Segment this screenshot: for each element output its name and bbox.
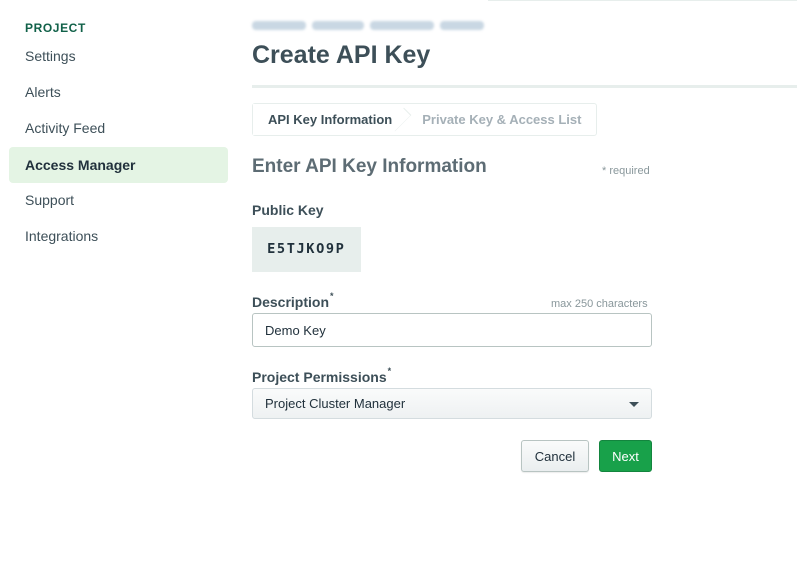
required-note: * required — [602, 165, 650, 177]
wizard-step-api-key-information[interactable]: API Key Information — [253, 104, 403, 135]
required-asterisk: * — [330, 291, 334, 301]
breadcrumb-segment[interactable] — [370, 21, 434, 30]
sidebar-section-title: PROJECT — [25, 21, 86, 35]
project-permissions-label-text: Project Permissions — [252, 369, 387, 385]
public-key-label: Public Key — [252, 202, 324, 218]
description-length-hint: max 250 characters — [551, 298, 648, 310]
project-permissions-label: Project Permissions* — [252, 366, 392, 385]
top-divider — [488, 0, 797, 1]
page-title: Create API Key — [252, 41, 431, 69]
breadcrumb-segment[interactable] — [252, 21, 306, 30]
wizard-step-label: API Key Information — [268, 112, 393, 127]
description-input[interactable] — [252, 313, 652, 347]
public-key-value: E5TJKO9P — [267, 242, 346, 257]
sidebar-item-integrations[interactable]: Integrations — [9, 218, 228, 254]
sidebar: PROJECT Settings Alerts Activity Feed Ac… — [0, 0, 236, 572]
wizard-steps: API Key Information Private Key & Access… — [252, 103, 598, 136]
description-label-text: Description — [252, 294, 330, 310]
chevron-down-icon — [629, 402, 639, 407]
project-permissions-select[interactable]: Project Cluster Manager — [252, 388, 652, 419]
breadcrumb[interactable] — [252, 21, 484, 30]
project-permissions-selected-value: Project Cluster Manager — [265, 396, 406, 411]
public-key-display: E5TJKO9P — [252, 227, 361, 272]
wizard-step-label: Private Key & Access List — [422, 112, 582, 127]
description-label: Description* — [252, 291, 334, 310]
next-button[interactable]: Next — [599, 440, 652, 472]
breadcrumb-segment[interactable] — [440, 21, 484, 30]
sidebar-item-activity-feed[interactable]: Activity Feed — [9, 110, 228, 146]
sidebar-item-settings[interactable]: Settings — [9, 38, 228, 74]
breadcrumb-segment[interactable] — [312, 21, 364, 30]
title-divider — [252, 85, 797, 88]
form-section-title: Enter API Key Information — [252, 156, 487, 177]
wizard-step-private-key-access-list: Private Key & Access List — [402, 104, 596, 135]
cancel-button[interactable]: Cancel — [521, 440, 589, 472]
sidebar-item-support[interactable]: Support — [9, 182, 228, 218]
sidebar-item-alerts[interactable]: Alerts — [9, 74, 228, 110]
required-asterisk: * — [387, 366, 392, 376]
sidebar-item-access-manager[interactable]: Access Manager — [9, 147, 228, 183]
